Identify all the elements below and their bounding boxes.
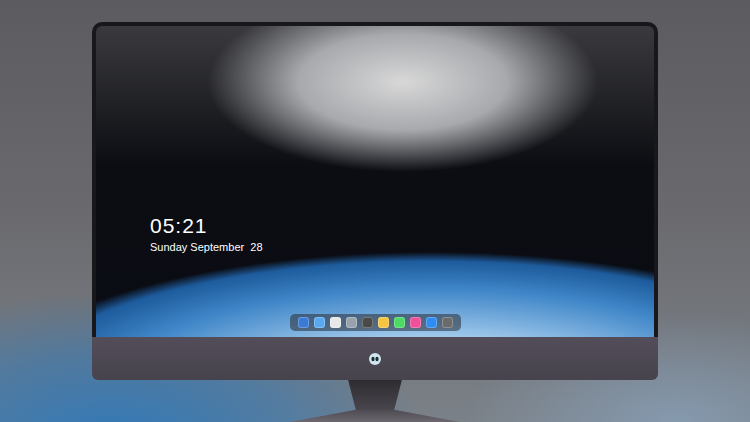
dock-app-icon[interactable] bbox=[330, 317, 341, 328]
monitor-stand-base bbox=[290, 410, 460, 422]
dock bbox=[290, 314, 461, 331]
clock-time: 05:21 bbox=[150, 214, 654, 237]
dock-app-icon[interactable] bbox=[346, 317, 357, 328]
dock-app-icon[interactable] bbox=[410, 317, 421, 328]
dock-app-icon[interactable] bbox=[314, 317, 325, 328]
dock-app-icon[interactable] bbox=[394, 317, 405, 328]
dock-app-icon[interactable] bbox=[378, 317, 389, 328]
dock-app-icon[interactable] bbox=[426, 317, 437, 328]
dock-app-icon[interactable] bbox=[442, 317, 453, 328]
dock-app-icon[interactable] bbox=[362, 317, 373, 328]
page: 05:21 Sunday September 28 bbox=[0, 0, 750, 422]
desktop-screen: 05:21 Sunday September 28 bbox=[96, 26, 654, 337]
lock-clock: 05:21 Sunday September 28 bbox=[150, 214, 654, 254]
clock-date: Sunday September 28 bbox=[150, 241, 654, 254]
monitor-stand-neck bbox=[327, 380, 423, 410]
monitor-chin bbox=[92, 337, 658, 380]
monitor: 05:21 Sunday September 28 bbox=[92, 22, 658, 422]
brand-logo-icon bbox=[368, 352, 382, 366]
dock-app-icon[interactable] bbox=[298, 317, 309, 328]
monitor-bezel: 05:21 Sunday September 28 bbox=[92, 22, 658, 337]
